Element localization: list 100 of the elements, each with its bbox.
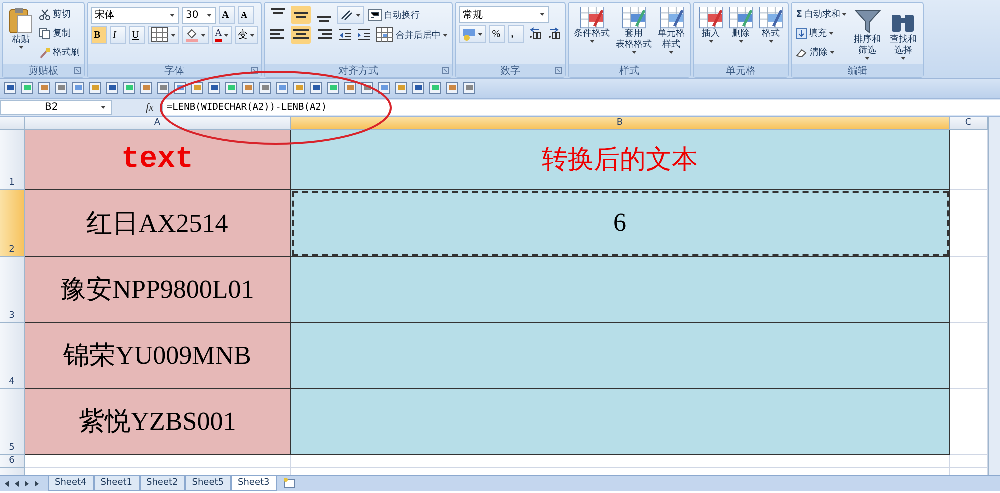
editing-item[interactable]: Σ 自动求和 [795,6,848,23]
number-format-field[interactable]: 常规 [459,6,550,23]
toolbar-square-icon[interactable] [191,82,204,95]
column-header[interactable]: C [950,117,988,130]
toolbar-square-icon[interactable] [106,82,119,95]
select-all-corner[interactable] [0,117,25,130]
table-cell[interactable] [291,389,950,455]
toolbar-square-icon[interactable] [208,82,221,95]
paste-button[interactable]: 粘贴 [6,6,36,64]
ribbon-button[interactable]: 插入 [697,6,726,64]
table-cell[interactable]: 豫安NPP9800L01 [25,257,291,323]
toolbar-square-icon[interactable] [242,82,255,95]
toolbar-square-icon[interactable] [4,82,17,95]
formula-field[interactable]: =LENB(WIDECHAR(A2))-LENB(A2) [162,100,1000,115]
ribbon-button[interactable]: 条件格式 [572,6,612,64]
toolbar-square-icon[interactable] [395,82,408,95]
row-header[interactable]: 6 [0,455,25,468]
toolbar-square-icon[interactable] [72,82,85,95]
font-size-field[interactable]: 30 [182,6,216,24]
empty-cell[interactable] [950,190,988,257]
font-style-button[interactable]: I [110,26,126,44]
borders-button[interactable] [148,26,179,44]
orientation-button[interactable] [337,6,364,24]
toolbar-square-icon[interactable] [157,82,170,95]
toolbar-square-icon[interactable] [310,82,323,95]
function-label[interactable]: fx [138,102,162,114]
font-style-button[interactable]: B [91,26,107,44]
toolbar-square-icon[interactable] [344,82,357,95]
merge-grid-icon[interactable] [376,27,394,43]
empty-cell[interactable] [291,455,950,468]
merge-center-button[interactable]: 合并后居中 [375,26,450,44]
ribbon-button[interactable]: 单元格 样式 [656,6,688,64]
editing-item[interactable]: 填充 [795,25,848,42]
decimal-arrow-icon[interactable] [546,26,562,42]
empty-cell[interactable] [950,323,988,389]
toolbar-square-icon[interactable] [276,82,289,95]
phonetic-button[interactable]: 变 [235,26,258,44]
font-name-field[interactable]: 宋体 [91,6,179,24]
launcher-icon[interactable] [74,67,81,74]
ribbon-button[interactable]: 查找和 选择 [886,6,920,64]
toolbar-square-icon[interactable] [327,82,340,95]
table-cell[interactable]: 6 [291,190,950,257]
decimal-arrow-icon[interactable] [527,26,544,42]
toolbar-square-icon[interactable] [412,82,425,95]
launcher-icon[interactable] [555,67,562,74]
ribbon-button[interactable]: 格式 [757,6,786,64]
sheet-tab[interactable]: Sheet1 [94,476,140,491]
row-header[interactable]: 5 [0,389,25,455]
column-header[interactable]: B [291,117,950,130]
toolbar-square-icon[interactable] [429,82,442,95]
comma-button[interactable]: , [508,25,524,43]
sheet-tab[interactable]: Sheet3 [231,476,277,491]
indent-icon[interactable] [337,27,354,43]
toolbar-square-icon[interactable] [378,82,391,95]
toolbar-square-icon[interactable] [463,82,476,95]
toolbar-square-icon[interactable] [259,82,272,95]
toolbar-square-icon[interactable] [446,82,459,95]
table-cell[interactable]: 紫悦YZBS001 [25,389,291,455]
fill-color-button[interactable] [182,26,209,44]
sheet-tab[interactable]: Sheet2 [140,476,186,491]
percent-button[interactable]: % [489,25,506,43]
row-header[interactable]: 2 [0,190,25,257]
sheet-tab[interactable]: Sheet5 [185,476,231,491]
launcher-icon[interactable] [442,67,450,74]
empty-cell[interactable] [950,257,988,323]
shrink-font-button[interactable]: A [238,6,254,24]
wrap-text-button[interactable]: 自动换行 [367,6,422,24]
clipboard-item[interactable]: 剪切 [38,6,81,23]
toolbar-square-icon[interactable] [55,82,68,95]
table-cell[interactable]: 锦荣YU009MNB [25,323,291,389]
launcher-icon[interactable] [251,67,258,74]
row-header[interactable]: 1 [0,130,25,190]
new-sheet-icon[interactable] [282,478,297,489]
row-header[interactable]: 3 [0,257,25,323]
sheet-tab[interactable]: Sheet4 [48,476,94,491]
font-color-button[interactable]: A [212,26,232,44]
toolbar-square-icon[interactable] [38,82,51,95]
ribbon-button[interactable]: 排序和 筛选 [850,6,884,64]
empty-cell[interactable] [950,389,988,455]
ribbon-button[interactable]: 套用 表格格式 [614,6,654,64]
align-lines-icon[interactable] [291,6,312,24]
font-style-button[interactable]: U [129,26,145,44]
currency-button[interactable] [459,25,486,43]
toolbar-square-icon[interactable] [293,82,306,95]
toolbar-square-icon[interactable] [123,82,136,95]
vertical-scrollbar[interactable] [988,117,1000,475]
indent-icon[interactable] [356,27,372,43]
editing-item[interactable]: 清除 [795,44,848,61]
row-header[interactable]: 4 [0,323,25,389]
clipboard-item[interactable]: 格式刷 [38,44,81,61]
table-cell[interactable] [291,257,950,323]
column-header[interactable]: A [25,117,291,130]
align-lines-icon[interactable] [291,26,312,44]
toolbar-square-icon[interactable] [140,82,153,95]
toolbar-square-icon[interactable] [89,82,102,95]
table-cell[interactable] [291,323,950,389]
empty-cell[interactable] [950,455,988,468]
name-box[interactable]: B2 [0,100,112,115]
grow-font-button[interactable]: A [219,6,235,24]
table-cell[interactable]: 红日AX2514 [25,190,291,257]
